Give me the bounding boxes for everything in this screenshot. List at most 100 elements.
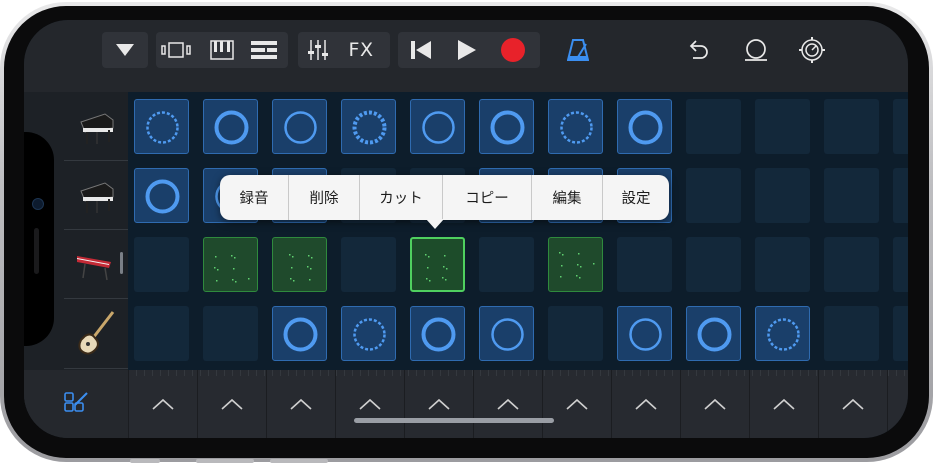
menu-item-record[interactable]: 録音 bbox=[220, 175, 288, 220]
keyboard-button[interactable] bbox=[202, 32, 242, 68]
keyboard-icon bbox=[210, 40, 234, 60]
empty-cell[interactable] bbox=[824, 168, 879, 223]
earpiece-speaker bbox=[34, 228, 39, 274]
empty-cell[interactable] bbox=[341, 237, 396, 292]
loop-cell[interactable] bbox=[341, 306, 396, 361]
column-trigger-button[interactable] bbox=[818, 370, 887, 438]
loop-cell[interactable] bbox=[755, 306, 810, 361]
loop-cell[interactable] bbox=[341, 99, 396, 154]
synth-keyboard-icon[interactable] bbox=[72, 241, 118, 287]
empty-cell[interactable] bbox=[134, 237, 189, 292]
empty-cell[interactable] bbox=[755, 99, 810, 154]
chevron-up-icon bbox=[290, 398, 312, 410]
loop-cell[interactable] bbox=[617, 99, 672, 154]
column-trigger-button[interactable] bbox=[680, 370, 749, 438]
empty-cell[interactable] bbox=[824, 237, 879, 292]
column-trigger-button[interactable] bbox=[404, 370, 473, 438]
menu-item-copy[interactable]: コピー bbox=[443, 175, 531, 220]
column-trigger-button[interactable] bbox=[749, 370, 818, 438]
play-button[interactable] bbox=[444, 32, 490, 68]
loop-cell[interactable] bbox=[203, 99, 258, 154]
empty-cell[interactable] bbox=[686, 168, 741, 223]
side-button bbox=[130, 459, 160, 463]
column-trigger-button[interactable] bbox=[128, 370, 197, 438]
empty-cell[interactable] bbox=[893, 168, 908, 223]
empty-cell[interactable] bbox=[203, 306, 258, 361]
chevron-up-icon bbox=[152, 398, 174, 410]
loop-cell[interactable] bbox=[617, 306, 672, 361]
mixer-button[interactable] bbox=[298, 32, 338, 68]
empty-cell[interactable] bbox=[824, 306, 879, 361]
column-trigger-button[interactable] bbox=[611, 370, 680, 438]
empty-cell[interactable] bbox=[893, 306, 908, 361]
loop-cell[interactable] bbox=[203, 237, 258, 292]
undo-button[interactable] bbox=[678, 32, 718, 68]
menu-item-edit[interactable]: 編集 bbox=[532, 175, 602, 220]
empty-cell[interactable] bbox=[686, 99, 741, 154]
loop-cell[interactable] bbox=[479, 306, 534, 361]
cell-edit-button[interactable] bbox=[24, 370, 128, 438]
chevron-up-icon bbox=[428, 398, 450, 410]
empty-cell[interactable] bbox=[686, 237, 741, 292]
menu-item-delete[interactable]: 削除 bbox=[289, 175, 359, 220]
loop-icon bbox=[745, 39, 767, 61]
loop-cell[interactable] bbox=[272, 306, 327, 361]
chevron-up-icon bbox=[359, 398, 381, 410]
loop-cell[interactable] bbox=[134, 99, 189, 154]
track-selection-indicator bbox=[120, 252, 123, 274]
column-trigger-button[interactable] bbox=[473, 370, 542, 438]
column-trigger-button[interactable] bbox=[542, 370, 611, 438]
row-divider bbox=[64, 298, 128, 299]
transport-group bbox=[398, 32, 540, 68]
empty-cell[interactable] bbox=[755, 237, 810, 292]
loop-cell[interactable] bbox=[410, 306, 465, 361]
context-menu: 録音 削除 カット コピー 編集 設定 bbox=[220, 175, 669, 220]
track-menu-button[interactable] bbox=[102, 32, 148, 68]
empty-cell[interactable] bbox=[479, 237, 534, 292]
loop-cell[interactable] bbox=[272, 99, 327, 154]
column-trigger-button[interactable] bbox=[197, 370, 266, 438]
tracks-list-button[interactable] bbox=[242, 32, 286, 68]
loop-cell[interactable] bbox=[410, 237, 465, 292]
empty-cell[interactable] bbox=[893, 99, 908, 154]
menu-item-settings[interactable]: 設定 bbox=[603, 175, 669, 220]
chevron-up-icon bbox=[635, 398, 657, 410]
empty-cell[interactable] bbox=[617, 237, 672, 292]
metronome-button[interactable] bbox=[558, 32, 598, 68]
track-view-button[interactable] bbox=[156, 32, 202, 68]
grand-piano-icon[interactable] bbox=[72, 172, 118, 218]
empty-cell[interactable] bbox=[134, 306, 189, 361]
empty-cell[interactable] bbox=[548, 306, 603, 361]
menu-item-cut[interactable]: カット bbox=[360, 175, 442, 220]
loop-cell[interactable] bbox=[548, 99, 603, 154]
empty-cell[interactable] bbox=[755, 168, 810, 223]
record-button[interactable] bbox=[490, 32, 536, 68]
settings-button[interactable] bbox=[792, 32, 832, 68]
loop-cell[interactable] bbox=[272, 237, 327, 292]
settings-icon bbox=[799, 37, 825, 63]
loop-cell[interactable] bbox=[134, 168, 189, 223]
loop-cell[interactable] bbox=[548, 237, 603, 292]
grand-piano-icon[interactable] bbox=[72, 103, 118, 149]
loop-cell[interactable] bbox=[479, 99, 534, 154]
row-divider bbox=[64, 160, 128, 161]
view-button-group bbox=[156, 32, 288, 68]
fx-button[interactable]: FX bbox=[338, 32, 384, 68]
chevron-up-icon bbox=[704, 398, 726, 410]
electric-guitar-icon[interactable] bbox=[72, 310, 118, 356]
row-divider bbox=[64, 368, 128, 369]
column-trigger-button[interactable] bbox=[887, 370, 908, 438]
empty-cell[interactable] bbox=[893, 237, 908, 292]
go-to-start-button[interactable] bbox=[398, 32, 444, 68]
loop-cell[interactable] bbox=[410, 99, 465, 154]
loop-button[interactable] bbox=[736, 32, 776, 68]
loop-cell[interactable] bbox=[686, 306, 741, 361]
column-trigger-button[interactable] bbox=[266, 370, 335, 438]
chevron-up-icon bbox=[566, 398, 588, 410]
empty-cell[interactable] bbox=[824, 99, 879, 154]
tracks-list-icon bbox=[251, 41, 277, 59]
mixer-icon bbox=[308, 40, 328, 60]
column-trigger-button[interactable] bbox=[335, 370, 404, 438]
side-button bbox=[270, 459, 328, 463]
app-screen: FX 録音 削除 カット コピー 編集 設定 bbox=[24, 20, 908, 438]
